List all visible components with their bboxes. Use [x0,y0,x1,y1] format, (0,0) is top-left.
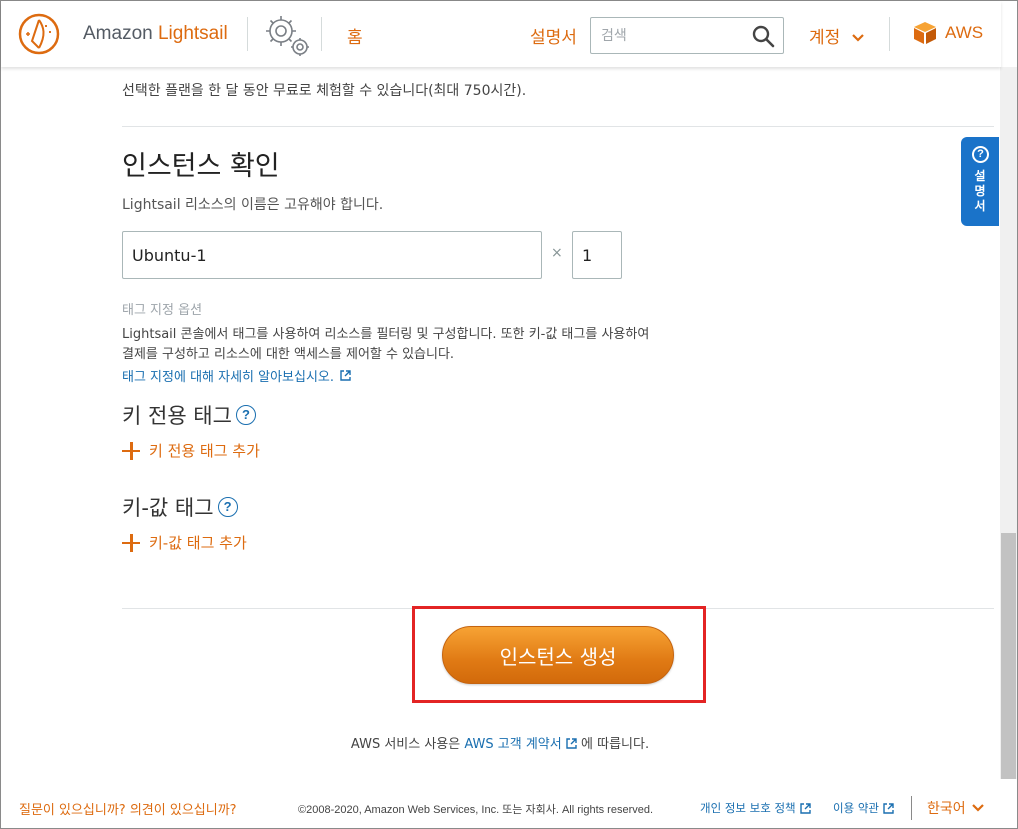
header-divider [321,17,322,51]
add-key-only-tag-button[interactable]: 키 전용 태그 추가 [122,440,260,461]
brand-name: Lightsail [157,23,228,44]
docs-link[interactable]: 설명서 [530,23,577,48]
tag-learn-more-link[interactable]: 태그 지정에 대해 자세히 알아보십시오. [122,366,351,385]
plus-icon [122,533,140,552]
tag-learn-more-label: 태그 지정에 대해 자세히 알아보십시오. [122,370,335,385]
section-divider [122,126,994,127]
terms-label: 이용 약관 [833,801,879,815]
privacy-policy-label: 개인 정보 보호 정책 [700,801,796,815]
footer-divider [911,796,912,820]
help-question-icon: ? [972,146,989,163]
external-link-icon [883,802,894,814]
home-link[interactable]: 홈 [347,23,363,48]
account-menu[interactable]: 계정 [809,23,864,48]
help-question-icon[interactable]: ? [217,497,238,517]
help-question-icon[interactable]: ? [235,405,256,425]
header-divider [889,17,890,51]
feedback-link[interactable]: 질문이 있으십니까? 의견이 있으십니까? [19,799,237,818]
agreement-prefix: AWS 서비스 사용은 [350,737,461,752]
section-description: Lightsail 리소스의 이름은 고유해야 합니다. [122,197,384,213]
customer-agreement-link[interactable]: AWS 고객 계약서 [464,737,577,752]
instance-quantity-input[interactable] [572,231,622,279]
language-label: 한국어 [927,801,966,817]
key-value-tags-label: 키-값 태그 [122,496,214,520]
chevron-down-icon [851,34,864,42]
privacy-policy-link[interactable]: 개인 정보 보호 정책 [700,800,811,816]
trial-notice: 선택한 플랜을 한 달 동안 무료로 체험할 수 있습니다(최대 750시간). [122,83,527,99]
account-label: 계정 [809,28,841,48]
add-key-value-tag-label: 키-값 태그 추가 [149,534,247,552]
create-instance-button[interactable]: 인스턴스 생성 [442,626,674,684]
scrollbar-thumb[interactable] [1001,533,1016,779]
tag-options-heading: 태그 지정 옵션 [122,303,203,318]
add-key-value-tag-button[interactable]: 키-값 태그 추가 [122,532,247,553]
copyright-text: ©2008-2020, Amazon Web Services, Inc. 또는… [298,804,654,816]
customer-agreement-label: AWS 고객 계약서 [464,737,562,752]
brand-prefix: Amazon [83,23,153,44]
lightsail-logo-icon[interactable] [18,13,60,55]
search-icon[interactable] [751,24,775,48]
key-value-tags-title: 키-값 태그 ? [122,492,238,522]
header-divider [247,17,248,51]
search-input[interactable] [591,18,751,53]
search-box [590,17,784,54]
help-tab[interactable]: ? 설명서 [961,137,999,226]
key-only-tags-title: 키 전용 태그 ? [122,400,256,430]
language-selector[interactable]: 한국어 [927,798,984,818]
aws-label: AWS [945,23,984,42]
gear-icon[interactable] [263,13,311,57]
tag-description-line: 결제를 구성하고 리소스에 대한 액세스를 제어할 수 있습니다. [122,347,455,362]
footer: 질문이 있으십니까? 의견이 있으십니까? ©2008-2020, Amazon… [1,780,1017,828]
aws-console-link[interactable]: AWS [913,21,983,45]
section-title: 인스턴스 확인 [122,151,280,182]
tag-description-line: Lightsail 콘솔에서 태그를 사용하여 리소스를 필터링 및 구성합니다… [122,327,650,342]
help-tab-label: 설명서 [974,169,986,213]
times-symbol: × [551,245,563,261]
external-link-icon [566,738,577,749]
key-only-tags-label: 키 전용 태그 [122,404,232,428]
brand-title[interactable]: Amazon Lightsail [83,23,228,45]
instance-name-input[interactable] [122,231,542,279]
external-link-icon [799,802,811,814]
agreement-suffix: 에 따릅니다. [581,737,650,752]
agreement-text: AWS 서비스 사용은 AWS 고객 계약서 에 따릅니다. [0,733,1000,752]
add-key-only-tag-label: 키 전용 태그 추가 [149,442,260,460]
aws-box-icon [914,22,936,44]
top-header: Amazon Lightsail 홈 설명서 계정 AWS [1,1,1001,67]
chevron-down-icon [971,804,984,812]
terms-link[interactable]: 이용 약관 [833,800,894,816]
tag-description: Lightsail 콘솔에서 태그를 사용하여 리소스를 필터링 및 구성합니다… [122,325,649,365]
external-link-icon [340,370,351,381]
plus-icon [122,441,140,460]
